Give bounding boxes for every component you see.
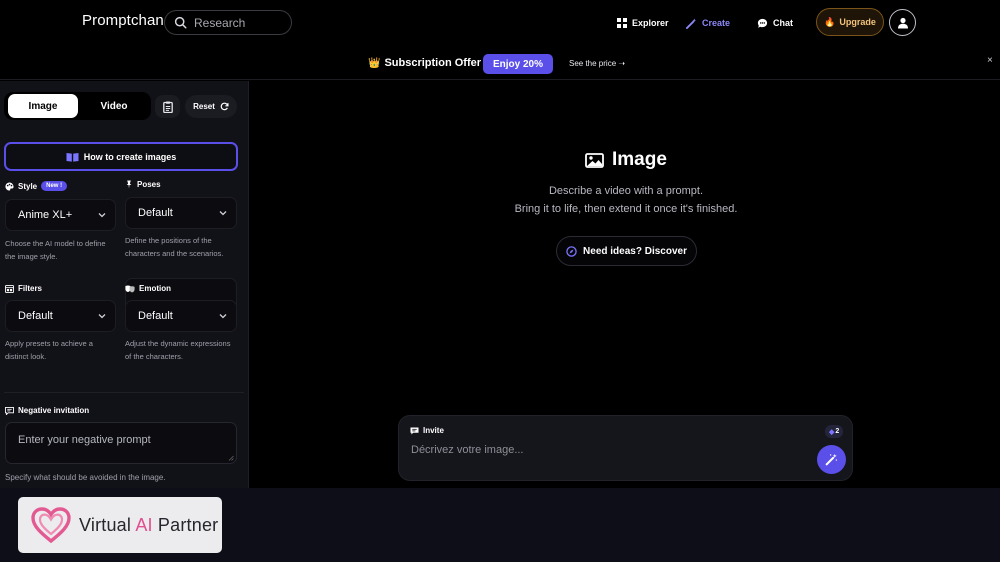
filters-value: Default: [18, 310, 53, 322]
page-title: Image: [585, 149, 667, 171]
emotion-help: Adjust the dynamic expressions of the ch…: [125, 339, 231, 361]
negative-placeholder: Enter your negative prompt: [18, 434, 151, 446]
settings-sidebar: Image Video Reset How to create images S…: [0, 81, 249, 488]
magic-wand-icon: [825, 453, 838, 466]
upgrade-button[interactable]: 🔥 Upgrade: [816, 8, 884, 36]
comment-icon: [5, 406, 14, 415]
watermark-text-post: Partner: [152, 514, 219, 535]
emotion-label-text: Emotion: [139, 284, 171, 293]
filter-image-icon: [5, 284, 14, 293]
search-placeholder: Research: [194, 15, 246, 30]
prompt-label-text: Invite: [423, 426, 444, 435]
watermark-logo: Virtual AI Partner: [18, 497, 222, 553]
nav-chat[interactable]: Chat: [757, 15, 793, 31]
app-logo[interactable]: Promptchan: [82, 12, 164, 29]
style-label-text: Style: [18, 181, 38, 191]
description-line-2: Bring it to life, then extend it once it…: [514, 203, 738, 215]
open-book-icon: [66, 152, 79, 162]
magic-wand-icon: [686, 17, 697, 29]
nav-explorer-label: Explorer: [632, 18, 669, 28]
masks-icon: [125, 284, 135, 292]
description-line-1: Describe a video with a prompt.: [548, 185, 704, 197]
chevron-down-icon: [98, 213, 106, 218]
chat-bubble-icon: [757, 18, 768, 28]
style-label: Style New !: [5, 181, 68, 191]
new-badge: New !: [41, 181, 68, 191]
style-help: Choose the AI model to define the image …: [5, 239, 106, 261]
prompt-composer: Invite Décrivez votre image... ◆ 2: [398, 415, 853, 481]
tab-video[interactable]: Video: [79, 94, 149, 118]
close-icon[interactable]: ×: [987, 55, 993, 66]
heart-logo-icon: [31, 507, 71, 543]
grid-icon: [617, 18, 627, 28]
how-to-button[interactable]: How to create images: [4, 142, 238, 171]
filters-select[interactable]: Default: [5, 300, 116, 332]
watermark-text-pre: Virtual: [79, 514, 136, 535]
resize-handle-icon[interactable]: [228, 455, 234, 461]
filters-help: Apply presets to achieve a distinct look…: [5, 339, 93, 361]
compass-icon: [566, 245, 577, 257]
need-ideas-button[interactable]: Need ideas? Discover: [556, 236, 697, 266]
poses-label-text: Poses: [137, 180, 161, 189]
negative-help: Specify what should be avoided in the im…: [5, 473, 166, 482]
prompt-input[interactable]: Décrivez votre image...: [411, 444, 523, 456]
need-ideas-label: Need ideas? Discover: [583, 245, 687, 257]
nav-explorer[interactable]: Explorer: [617, 15, 669, 31]
nav-create-label: Create: [702, 18, 731, 28]
clipboard-icon: [162, 101, 173, 113]
gem-count: 2: [835, 428, 840, 435]
pose-icon: [126, 180, 132, 189]
gem-icon: ◆: [829, 428, 835, 436]
gem-counter: ◆ 2: [825, 425, 844, 438]
poses-label: Poses: [125, 180, 161, 189]
generate-button[interactable]: [817, 445, 846, 474]
refresh-icon: [220, 102, 229, 111]
image-icon: [585, 152, 604, 168]
chevron-down-icon: [98, 314, 106, 319]
sidebar-divider: [4, 392, 244, 393]
chevron-down-icon: [219, 314, 227, 319]
watermark-text: Virtual AI Partner: [79, 515, 218, 536]
search-icon: [174, 16, 187, 29]
media-tabs: Image Video: [4, 92, 151, 120]
comment-icon: [410, 426, 419, 435]
see-price-link[interactable]: See the price ➝: [569, 59, 625, 68]
negative-label: Negative invitation: [5, 406, 89, 415]
filters-label-text: Filters: [18, 284, 43, 293]
poses-select[interactable]: Default: [125, 197, 237, 229]
style-select[interactable]: Anime XL+: [5, 199, 116, 231]
search-input[interactable]: Research: [164, 10, 292, 35]
offer-title: 👑 Subscription Offer: [368, 57, 481, 69]
negative-label-text: Negative invitation: [18, 406, 90, 415]
emotion-select[interactable]: Default: [125, 300, 237, 332]
page-title-text: Image: [612, 149, 667, 170]
clipboard-button[interactable]: [155, 95, 180, 118]
poses-help: Define the positions of the characters a…: [125, 236, 224, 258]
top-nav: Promptchan Research Explorer Create Chat…: [0, 0, 1000, 45]
offer-title-text: Subscription Offer: [384, 57, 482, 69]
chevron-down-icon: [219, 211, 227, 216]
negative-prompt-input[interactable]: Enter your negative prompt: [5, 422, 237, 464]
style-value: Anime XL+: [18, 209, 73, 221]
flame-icon: 🔥: [824, 16, 836, 27]
emotion-label: Emotion: [125, 284, 171, 293]
user-avatar-button[interactable]: [889, 9, 916, 36]
reset-label: Reset: [193, 102, 215, 111]
nav-chat-label: Chat: [773, 18, 793, 28]
tab-image[interactable]: Image: [8, 94, 78, 118]
emotion-value: Default: [138, 310, 173, 322]
watermark-text-ai: AI: [135, 514, 153, 535]
poses-value: Default: [138, 207, 173, 219]
palette-icon: [5, 181, 14, 191]
crown-icon: 👑: [368, 57, 381, 69]
nav-create[interactable]: Create: [686, 15, 730, 31]
user-icon: [897, 17, 908, 28]
offer-banner: 👑 Subscription Offer Enjoy 20% See the p…: [0, 45, 1000, 80]
offer-button[interactable]: Enjoy 20%: [483, 54, 553, 74]
upgrade-label: Upgrade: [839, 17, 876, 27]
prompt-label: Invite: [410, 426, 444, 435]
how-to-label: How to create images: [83, 151, 177, 162]
reset-button[interactable]: Reset: [185, 95, 237, 118]
filters-label: Filters: [5, 284, 42, 293]
